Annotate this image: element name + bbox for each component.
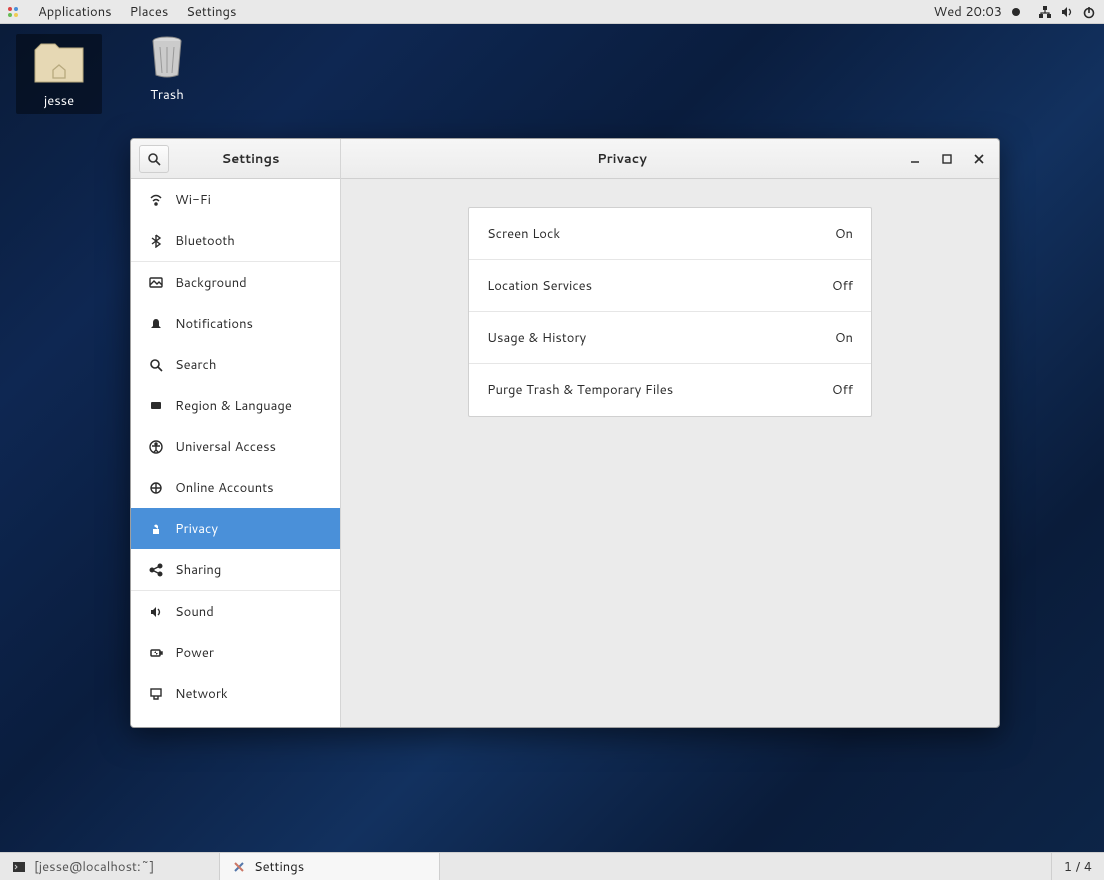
sound-icon bbox=[145, 605, 167, 619]
region-icon bbox=[145, 399, 167, 413]
maximize-icon bbox=[942, 154, 952, 164]
sidebar-item-label: Universal Access bbox=[175, 438, 276, 456]
sidebar-header: Settings bbox=[131, 139, 340, 179]
desktop-icon-trash[interactable]: Trash bbox=[124, 34, 210, 104]
sidebar-item-network[interactable]: Network bbox=[131, 673, 340, 714]
content-title: Privacy bbox=[349, 150, 895, 168]
content-body: Screen Lock On Location Services Off Usa… bbox=[341, 179, 999, 727]
record-indicator-icon bbox=[1012, 8, 1020, 16]
menu-applications[interactable]: Applications bbox=[38, 3, 112, 21]
task-terminal[interactable]: [jesse@localhost:~] bbox=[0, 853, 220, 880]
network-settings-icon bbox=[145, 687, 167, 701]
content-header: Privacy bbox=[341, 139, 999, 179]
sidebar-item-label: Privacy bbox=[175, 520, 218, 538]
sidebar-list: Wi-Fi Bluetooth Background Notifications… bbox=[131, 179, 340, 727]
online-accounts-icon bbox=[145, 481, 167, 495]
sidebar-item-sound[interactable]: Sound bbox=[131, 591, 340, 632]
desktop-icon-trash-label: Trash bbox=[124, 86, 210, 104]
sidebar-item-label: Wi-Fi bbox=[175, 191, 211, 209]
settings-window: Settings Wi-Fi Bluetooth Background Noti… bbox=[130, 138, 1000, 728]
sidebar-item-wifi[interactable]: Wi-Fi bbox=[131, 179, 340, 220]
row-label: Purge Trash & Temporary Files bbox=[487, 381, 832, 399]
sidebar-title: Settings bbox=[169, 150, 332, 168]
row-value: Off bbox=[832, 277, 853, 295]
workspace-indicator[interactable]: 1 / 4 bbox=[1051, 853, 1104, 880]
home-folder-icon bbox=[31, 40, 87, 86]
settings-content: Privacy Screen Lock On Location Services… bbox=[341, 139, 999, 727]
desktop-icon-home-label: jesse bbox=[18, 92, 100, 110]
menu-places[interactable]: Places bbox=[130, 3, 169, 21]
settings-app-icon bbox=[230, 860, 248, 874]
row-value: On bbox=[835, 329, 853, 347]
clock[interactable]: Wed 20:03 bbox=[934, 3, 1002, 21]
taskbar: [jesse@localhost:~] Settings 1 / 4 bbox=[0, 852, 1104, 880]
trash-icon bbox=[139, 34, 195, 80]
sidebar-search-button[interactable] bbox=[139, 145, 169, 173]
sidebar-item-search[interactable]: Search bbox=[131, 344, 340, 385]
accessibility-icon bbox=[145, 440, 167, 454]
sidebar-item-label: Network bbox=[175, 685, 228, 703]
search-icon bbox=[147, 152, 161, 166]
sidebar-item-online-accounts[interactable]: Online Accounts bbox=[131, 467, 340, 508]
row-value: On bbox=[835, 225, 853, 243]
share-icon bbox=[145, 563, 167, 577]
minimize-icon bbox=[910, 154, 920, 164]
row-value: Off bbox=[832, 381, 853, 399]
sidebar-item-background[interactable]: Background bbox=[131, 262, 340, 303]
sidebar-item-sharing[interactable]: Sharing bbox=[131, 549, 340, 590]
sidebar-item-bluetooth[interactable]: Bluetooth bbox=[131, 220, 340, 261]
terminal-icon bbox=[10, 860, 28, 874]
wifi-icon bbox=[145, 193, 167, 207]
sidebar-item-label: Sharing bbox=[175, 561, 221, 579]
volume-icon[interactable] bbox=[1058, 5, 1076, 19]
sidebar-item-label: Background bbox=[175, 274, 247, 292]
privacy-row-usage-history[interactable]: Usage & History On bbox=[469, 312, 871, 364]
sidebar-item-power[interactable]: Power bbox=[131, 632, 340, 673]
bell-icon bbox=[145, 317, 167, 331]
window-minimize-button[interactable] bbox=[903, 147, 927, 171]
settings-sidebar: Settings Wi-Fi Bluetooth Background Noti… bbox=[131, 139, 341, 727]
desktop-icon-home[interactable]: jesse bbox=[16, 34, 102, 114]
sidebar-item-universal-access[interactable]: Universal Access bbox=[131, 426, 340, 467]
background-icon bbox=[145, 276, 167, 290]
sidebar-item-label: Notifications bbox=[175, 315, 253, 333]
top-panel: Applications Places Settings Wed 20:03 bbox=[0, 0, 1104, 24]
privacy-panel: Screen Lock On Location Services Off Usa… bbox=[468, 207, 872, 417]
window-close-button[interactable] bbox=[967, 147, 991, 171]
sidebar-item-label: Sound bbox=[175, 603, 214, 621]
window-maximize-button[interactable] bbox=[935, 147, 959, 171]
menu-settings[interactable]: Settings bbox=[186, 3, 236, 21]
power-settings-icon bbox=[145, 646, 167, 660]
sidebar-item-privacy[interactable]: Privacy bbox=[131, 508, 340, 549]
task-label: Settings bbox=[254, 858, 304, 876]
bluetooth-icon bbox=[145, 234, 167, 248]
row-label: Usage & History bbox=[487, 329, 835, 347]
privacy-row-location-services[interactable]: Location Services Off bbox=[469, 260, 871, 312]
network-icon[interactable] bbox=[1036, 5, 1054, 19]
sidebar-item-notifications[interactable]: Notifications bbox=[131, 303, 340, 344]
power-icon[interactable] bbox=[1080, 5, 1098, 19]
sidebar-item-label: Search bbox=[175, 356, 216, 374]
sidebar-item-label: Region & Language bbox=[175, 397, 292, 415]
privacy-row-purge-trash[interactable]: Purge Trash & Temporary Files Off bbox=[469, 364, 871, 416]
sidebar-item-label: Bluetooth bbox=[175, 232, 235, 250]
sidebar-item-label: Power bbox=[175, 644, 214, 662]
task-label: [jesse@localhost:~] bbox=[34, 858, 154, 876]
activities-icon[interactable] bbox=[6, 5, 20, 19]
search-icon bbox=[145, 358, 167, 372]
task-settings[interactable]: Settings bbox=[220, 853, 440, 880]
privacy-row-screen-lock[interactable]: Screen Lock On bbox=[469, 208, 871, 260]
privacy-icon bbox=[145, 522, 167, 536]
close-icon bbox=[974, 154, 984, 164]
sidebar-item-region[interactable]: Region & Language bbox=[131, 385, 340, 426]
sidebar-item-label: Online Accounts bbox=[175, 479, 274, 497]
row-label: Screen Lock bbox=[487, 225, 835, 243]
row-label: Location Services bbox=[487, 277, 832, 295]
